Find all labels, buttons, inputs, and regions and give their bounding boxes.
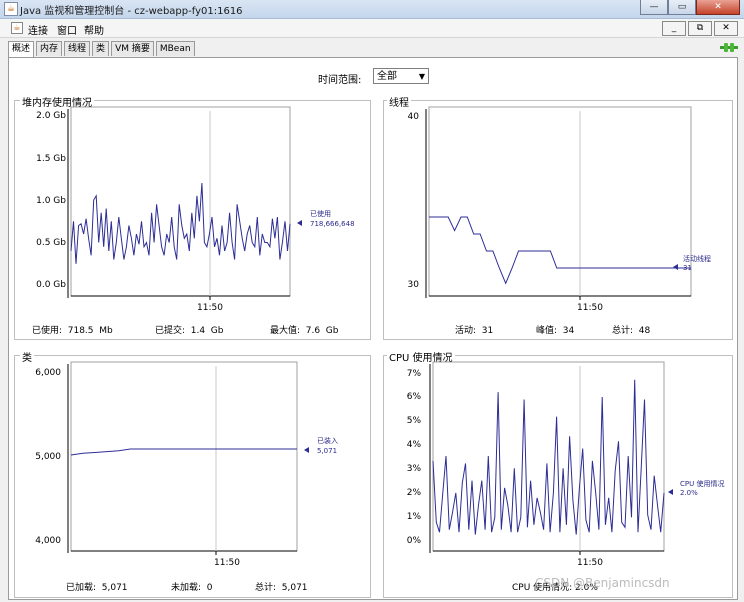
plot-area [70, 361, 298, 552]
y-tick: 30 [408, 280, 420, 290]
y-tick: 6% [407, 392, 422, 402]
y-tick: 0.5 Gb [36, 238, 66, 248]
close-button[interactable]: ✕ [696, 0, 740, 15]
y-tick: 2% [407, 488, 422, 498]
tab-vm-summary[interactable]: VM 摘要 [111, 41, 154, 56]
tab-classes[interactable]: 类 [92, 41, 110, 56]
time-range-label: 时间范围: [318, 75, 362, 86]
threads-peak-stat: 峰值: 34 [536, 326, 575, 336]
y-tick: 1.5 Gb [36, 154, 66, 164]
legend-label: 已装入 [317, 436, 338, 445]
y-tick: 6,000 [35, 368, 61, 378]
classes-loaded-stat: 已加载: 5,071 [66, 583, 128, 593]
legend-value: 31 [683, 264, 692, 272]
legend-value: 5,071 [317, 447, 337, 455]
tab-memory[interactable]: 内存 [36, 41, 63, 56]
threads-live-stat: 活动: 31 [455, 326, 494, 336]
tab-overview[interactable]: 概述 [8, 41, 35, 57]
window-titlebar: ☕ Java 监视和管理控制台 - cz-webapp-fy01:1616 — … [0, 0, 744, 19]
legend-marker-icon [297, 220, 302, 226]
classes-unloaded-stat: 未加载: 0 [171, 583, 213, 593]
plot-area [432, 361, 665, 552]
tab-mbean[interactable]: MBean [155, 41, 195, 56]
y-tick: 5% [407, 416, 422, 426]
frame-restore-button[interactable]: ⧉ [688, 21, 712, 36]
y-tick: 7% [407, 369, 422, 379]
y-tick: 2.0 Gb [36, 111, 66, 121]
classes-chart: 6,000 5,000 4,000 11:50 已装入 5,071 [35, 361, 338, 568]
java-menu-icon[interactable]: ☕ [11, 22, 23, 34]
tab-threads[interactable]: 线程 [64, 41, 91, 56]
chevron-down-icon: ▼ [418, 72, 425, 81]
time-range-value: 全部 [377, 71, 397, 82]
heap-used-stat: 已使用: 718.5 Mb [32, 326, 113, 336]
menu-help[interactable]: 帮助 [84, 22, 104, 37]
frame-minimize-button[interactable]: _ [662, 21, 686, 36]
window-controls: — ▭ ✕ [640, 0, 740, 15]
heap-committed-stat: 已提交: 1.4 Gb [155, 326, 224, 336]
y-tick: 0.0 Gb [36, 280, 66, 290]
legend-value: 718,666,648 [310, 220, 355, 228]
threads-total-stat: 总计: 48 [612, 326, 651, 336]
x-tick: 11:50 [197, 303, 223, 313]
time-range-select[interactable]: 全部 ▼ [373, 68, 429, 84]
legend-value: 2.0% [680, 489, 698, 497]
legend-marker-icon [668, 489, 673, 495]
legend-label: 已使用 [310, 209, 331, 218]
heap-chart: 2.0 Gb 1.5 Gb 1.0 Gb 0.5 Gb 0.0 Gb 11:50… [36, 106, 355, 313]
connection-status-icon[interactable] [720, 41, 738, 53]
y-tick: 3% [407, 464, 422, 474]
minimize-button[interactable]: — [640, 0, 668, 15]
plot-area [70, 106, 291, 297]
cpu-chart: 7% 6% 5% 4% 3% 2% 1% 0% 11:50 CPU 使用情况 2… [407, 361, 724, 568]
internal-frame-controls: _ ⧉ ✕ [662, 21, 738, 36]
menu-bar: ☕ 连接 窗口 帮助 [0, 19, 744, 38]
x-tick: 11:50 [577, 303, 603, 313]
heap-max-stat: 最大值: 7.6 Gb [270, 326, 339, 336]
legend-marker-icon [304, 447, 309, 453]
y-tick: 1% [407, 512, 422, 522]
y-tick: 40 [408, 112, 420, 122]
y-tick: 1.0 Gb [36, 196, 66, 206]
x-tick: 11:50 [214, 558, 240, 568]
frame-close-button[interactable]: ✕ [714, 21, 738, 36]
legend-label: 活动线程 [683, 254, 711, 263]
classes-total-stat: 总计: 5,071 [255, 583, 308, 593]
y-tick: 4% [407, 440, 422, 450]
watermark: CSDN @Benjamincsdn [535, 576, 670, 590]
java-app-icon: ☕ [4, 2, 18, 16]
threads-chart: 40 30 11:50 活动线程 31 [408, 106, 711, 313]
window-title: Java 监视和管理控制台 - cz-webapp-fy01:1616 [20, 6, 243, 17]
y-tick: 4,000 [35, 536, 61, 546]
maximize-button[interactable]: ▭ [668, 0, 696, 15]
x-tick: 11:50 [577, 558, 603, 568]
y-tick: 0% [407, 536, 422, 546]
menu-window[interactable]: 窗口 [57, 22, 77, 37]
y-tick: 5,000 [35, 452, 61, 462]
legend-label: CPU 使用情况 [680, 479, 724, 488]
tab-bar: 概述 内存 线程 类 VM 摘要 MBean [8, 41, 197, 57]
menu-connection[interactable]: 连接 [28, 22, 48, 37]
